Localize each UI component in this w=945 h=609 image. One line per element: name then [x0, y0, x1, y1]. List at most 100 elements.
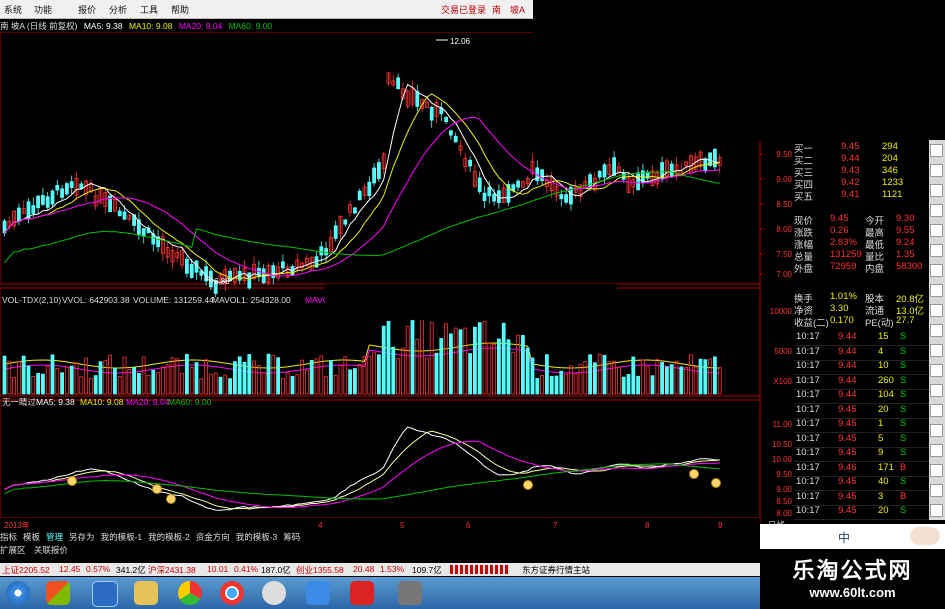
bottom-tab[interactable]: 我的模板-1: [101, 532, 143, 542]
candle: [122, 211, 127, 220]
tick-volume: 40: [878, 476, 889, 487]
volume-bar: [348, 369, 353, 395]
close-icon[interactable]: [930, 504, 943, 517]
candle: [487, 186, 492, 197]
volume-bar: [328, 360, 333, 395]
avatar: [910, 527, 940, 545]
indicator-tick-label: 9.50: [776, 470, 792, 479]
arrow-up-icon[interactable]: [930, 404, 943, 417]
start-orb-icon[interactable]: [6, 581, 30, 605]
stat-value: 9.45: [830, 213, 849, 224]
volume-bar: [597, 353, 602, 395]
tab-related-quote[interactable]: 关联报价: [34, 545, 68, 555]
menu-tools[interactable]: 工具: [140, 3, 158, 16]
stock-app-icon[interactable]: [350, 581, 374, 605]
menu-analysis[interactable]: 分析: [109, 3, 127, 16]
volume-bar: [261, 372, 266, 395]
status-cy: 创业1355.58: [296, 565, 344, 575]
candle: [588, 174, 592, 188]
volume-bar: [545, 354, 549, 395]
news-icon[interactable]: [930, 384, 943, 397]
bottom-tab[interactable]: 我的模板-2: [148, 532, 190, 542]
arrow-down-icon[interactable]: [930, 424, 943, 437]
bars-icon[interactable]: [930, 204, 943, 217]
volume-bar: [165, 364, 170, 395]
bid-row: 买四 9.42 1233: [794, 177, 929, 191]
ind-ma10-line: [4, 430, 720, 510]
app-icon[interactable]: [398, 581, 422, 605]
chart-icon[interactable]: [930, 144, 943, 157]
tab-extend-area[interactable]: 扩展区: [0, 545, 26, 555]
candle: [415, 90, 420, 107]
volume-bar: [453, 327, 458, 395]
bottom-tab[interactable]: 指标: [0, 532, 17, 542]
stat-value: 58300: [896, 261, 923, 272]
windows-flag-icon[interactable]: [46, 581, 70, 605]
tick-side: B: [900, 461, 907, 473]
volume-bar: [573, 373, 578, 395]
candle: [280, 261, 285, 269]
signal-coin-icon: [166, 494, 176, 504]
stat-row: 现价 9.45 今开 9.30: [794, 213, 929, 227]
rsi-icon[interactable]: [930, 264, 943, 277]
box-icon[interactable]: [930, 484, 943, 497]
explorer-icon[interactable]: [134, 581, 158, 605]
candle: [669, 163, 674, 178]
dollar-icon[interactable]: [930, 244, 943, 257]
bottom-tab[interactable]: 我的模板-3: [236, 532, 278, 542]
trade-login-status[interactable]: 交易已登录: [441, 3, 486, 16]
signal-coin-icon: [523, 480, 533, 490]
table-icon[interactable]: [930, 164, 943, 177]
status-broker[interactable]: 东方证券行情主站: [522, 564, 590, 576]
volume-bar: [612, 361, 616, 395]
clock-icon[interactable]: [930, 224, 943, 237]
menu-quote[interactable]: 报价: [78, 3, 96, 16]
tick-price: 9.46: [838, 461, 857, 473]
ime-label[interactable]: 中: [838, 529, 850, 546]
bottom-tab[interactable]: 资金方向: [196, 532, 230, 542]
menu-system[interactable]: 系统: [4, 3, 22, 16]
volume-bar: [376, 354, 381, 395]
candle: [612, 157, 616, 176]
zoom-icon[interactable]: [930, 284, 943, 297]
volume-bar: [660, 361, 664, 395]
bottom-tab[interactable]: 模板: [23, 532, 40, 542]
cloud-icon[interactable]: [306, 581, 330, 605]
bottom-tab[interactable]: 管理: [46, 532, 63, 542]
bid-row: 买二 9.44 204: [794, 153, 929, 167]
volume-header-text: VVOL: 642903.38: [62, 295, 130, 305]
question-icon[interactable]: [930, 444, 943, 457]
menu-function[interactable]: 功能: [34, 3, 52, 16]
volume-bar: [396, 358, 401, 395]
volume-bar: [12, 377, 17, 395]
pen-icon[interactable]: [930, 304, 943, 317]
star-icon[interactable]: [930, 364, 943, 377]
volume-bar: [631, 356, 636, 395]
volume-header-text: VOLUME: 131259.44: [133, 295, 214, 305]
volume-bar: [593, 362, 597, 395]
volume-bar: [98, 361, 103, 395]
candle: [357, 190, 362, 201]
bid-volume: 204: [882, 153, 898, 164]
bottom-tab[interactable]: 另存为: [69, 532, 95, 542]
menu-help[interactable]: 帮助: [171, 3, 189, 16]
volume-bar: [492, 343, 497, 395]
bid-price: 9.45: [841, 141, 860, 152]
tick-price: 9.44: [838, 345, 857, 357]
list-icon[interactable]: [930, 324, 943, 337]
ind-ma5-label: MA5: 9.38: [36, 397, 75, 407]
chrome-icon[interactable]: [220, 581, 244, 605]
bottom-tab[interactable]: 筹码: [283, 532, 300, 542]
ma60-line: [4, 170, 720, 264]
arrow-icon[interactable]: [930, 464, 943, 477]
grid-icon[interactable]: [930, 184, 943, 197]
candle: [372, 167, 377, 184]
volume-bar: [199, 378, 204, 395]
volume-bar: [36, 373, 40, 395]
tick-icon[interactable]: [930, 344, 943, 357]
color-wheel-icon[interactable]: [178, 581, 202, 605]
volume-bar: [669, 364, 674, 395]
status-sz: 沪深2431.38: [148, 565, 196, 575]
media-icon[interactable]: [262, 581, 286, 605]
folder-icon[interactable]: [92, 581, 118, 607]
